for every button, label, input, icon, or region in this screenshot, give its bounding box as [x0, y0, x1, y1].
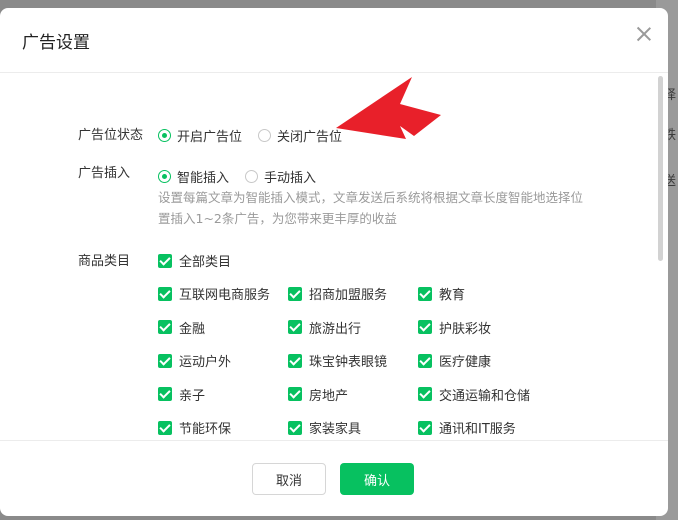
checkbox-label: 招商加盟服务	[309, 288, 388, 303]
radio-label: 关闭广告位	[277, 130, 343, 145]
checkbox-category-item[interactable]: 互联网电商服务	[158, 284, 270, 303]
checkbox-label: 交通运输和仓储	[439, 388, 531, 404]
checkbox-checked-icon	[158, 420, 172, 435]
checkbox-all-categories[interactable]: 全部类目	[158, 251, 231, 270]
checkbox-category-item[interactable]: 招商加盟服务	[288, 284, 387, 303]
scrollbar-thumb[interactable]	[658, 76, 663, 261]
checkbox-label: 全部类目	[179, 255, 232, 270]
radio-unchecked-icon	[245, 170, 258, 183]
checkbox-label: 互联网电商服务	[179, 288, 271, 303]
checkbox-label: 旅游出行	[309, 321, 362, 337]
radio-checked-icon	[158, 170, 171, 183]
close-icon[interactable]	[634, 24, 654, 44]
ad-insert-label: 广告插入	[78, 166, 131, 181]
checkbox-checked-icon	[158, 387, 172, 401]
checkbox-checked-icon	[418, 286, 432, 301]
radio-label: 手动插入	[264, 171, 317, 186]
checkbox-label: 节能环保	[179, 422, 232, 437]
checkbox-label: 运动户外	[179, 355, 232, 370]
scrollbar[interactable]	[655, 73, 665, 440]
ad-settings-dialog: 广告设置 广告位状态 开启广告位 关闭广告位 广告插入 智能插入 手动插入 设置…	[0, 8, 668, 516]
checkbox-category-item[interactable]: 通讯和IT服务	[418, 418, 516, 437]
checkbox-checked-icon	[288, 420, 302, 435]
checkbox-label: 珠宝钟表眼镜	[309, 355, 388, 370]
confirm-button[interactable]: 确认	[340, 463, 414, 495]
checkbox-checked-icon	[418, 420, 432, 435]
checkbox-category-item[interactable]: 教育	[418, 284, 465, 303]
checkbox-checked-icon	[418, 320, 432, 334]
checkbox-category-item[interactable]: 家装家具	[288, 418, 361, 437]
radio-smart-insert[interactable]: 智能插入	[158, 167, 229, 186]
checkbox-checked-icon	[288, 387, 302, 401]
checkbox-category-item[interactable]: 亲子	[158, 385, 205, 404]
checkbox-label: 护肤彩妆	[439, 321, 492, 337]
checkbox-category-item[interactable]: 交通运输和仓储	[418, 385, 530, 404]
radio-ad-off[interactable]: 关闭广告位	[258, 126, 342, 145]
radio-checked-icon	[158, 129, 171, 142]
checkbox-checked-icon	[158, 320, 172, 334]
checkbox-category-item[interactable]: 珠宝钟表眼镜	[288, 351, 387, 370]
ad-status-label: 广告位状态	[78, 128, 144, 143]
checkbox-category-item[interactable]: 护肤彩妆	[418, 318, 491, 337]
checkbox-category-item[interactable]: 旅游出行	[288, 318, 361, 337]
checkbox-checked-icon	[288, 353, 302, 368]
checkbox-checked-icon	[158, 353, 172, 368]
checkbox-checked-icon	[288, 286, 302, 301]
checkbox-label: 教育	[439, 288, 466, 303]
category-label: 商品类目	[78, 254, 131, 269]
checkbox-category-item[interactable]: 房地产	[288, 385, 348, 404]
checkbox-checked-icon	[418, 387, 432, 401]
radio-unchecked-icon	[258, 129, 271, 142]
dialog-header: 广告设置	[0, 8, 668, 73]
checkbox-category-item[interactable]: 节能环保	[158, 418, 231, 437]
radio-manual-insert[interactable]: 手动插入	[245, 167, 316, 186]
checkbox-checked-icon	[158, 286, 172, 301]
checkbox-label: 家装家具	[309, 422, 362, 437]
checkbox-label: 亲子	[179, 388, 206, 404]
checkbox-category-item[interactable]: 金融	[158, 318, 205, 337]
checkbox-label: 通讯和IT服务	[439, 422, 516, 437]
insert-description: 设置每篇文章为智能插入模式，文章发送后系统将根据文章长度智能地选择位置插入1~2…	[158, 190, 584, 226]
radio-label: 开启广告位	[177, 130, 243, 145]
checkbox-checked-icon	[288, 320, 302, 334]
radio-label: 智能插入	[177, 171, 230, 186]
checkbox-checked-icon	[158, 253, 172, 268]
checkbox-category-item[interactable]: 医疗健康	[418, 351, 491, 370]
dialog-footer: 取消 确认	[0, 440, 668, 516]
checkbox-checked-icon	[418, 353, 432, 368]
cancel-button[interactable]: 取消	[252, 463, 326, 495]
dialog-title: 广告设置	[22, 33, 90, 53]
dialog-body: 广告位状态 开启广告位 关闭广告位 广告插入 智能插入 手动插入 设置每篇文章为…	[0, 73, 668, 440]
checkbox-label: 房地产	[309, 388, 349, 404]
checkbox-category-item[interactable]: 运动户外	[158, 351, 231, 370]
checkbox-label: 医疗健康	[439, 355, 492, 370]
checkbox-label: 金融	[179, 321, 206, 337]
radio-ad-on[interactable]: 开启广告位	[158, 126, 242, 145]
